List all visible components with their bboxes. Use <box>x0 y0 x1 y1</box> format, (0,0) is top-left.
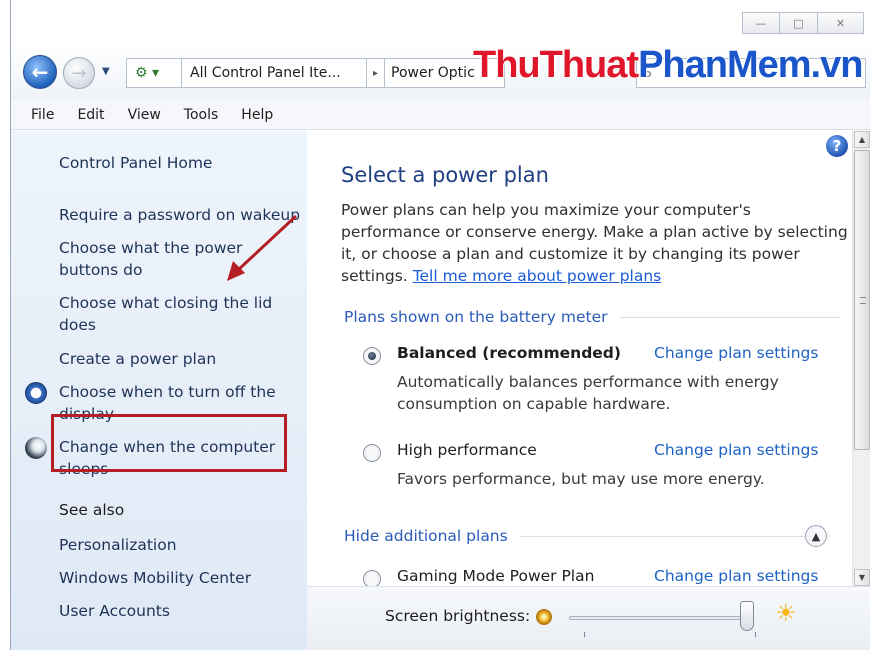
caption-buttons: — □ ✕ <box>742 12 864 34</box>
balanced-plan-desc: Automatically balances performance with … <box>397 373 779 413</box>
see-also-heading: See also <box>59 501 125 519</box>
minimize-button[interactable]: — <box>742 12 780 34</box>
menu-edit[interactable]: Edit <box>77 107 104 123</box>
power-options-window: — □ ✕ ← → ▼ ⚙ ▾ All Control Panel Ite...… <box>10 0 870 650</box>
slider-tick <box>755 632 756 637</box>
high-performance-radio[interactable] <box>363 444 381 462</box>
chevron-down-icon: ▼ <box>102 66 110 77</box>
back-arrow-icon: ← <box>31 60 49 84</box>
forward-button[interactable]: → <box>63 57 95 89</box>
scroll-up-button[interactable]: ▲ <box>854 131 870 148</box>
menu-help[interactable]: Help <box>241 107 273 123</box>
section-divider <box>619 316 840 318</box>
back-button[interactable]: ← <box>23 55 57 89</box>
moon-icon <box>25 437 47 459</box>
brightness-slider-track[interactable] <box>569 616 747 620</box>
sidebar-require-password[interactable]: Require a password on wakeup <box>59 204 304 226</box>
watermark-part-1: ThuThuat <box>473 44 639 86</box>
see-also-personalization[interactable]: Personalization <box>59 534 177 556</box>
menu-tools[interactable]: Tools <box>184 107 219 123</box>
section-divider <box>519 535 810 537</box>
gaming-mode-change-settings-link[interactable]: Change plan settings <box>654 567 818 585</box>
watermark-part-2: PhanMem.vn <box>638 44 863 86</box>
see-also-mobility-center[interactable]: Windows Mobility Center <box>59 567 251 589</box>
breadcrumb-separator[interactable]: ▸ <box>367 58 385 88</box>
slider-tick <box>584 632 585 637</box>
close-button[interactable]: ✕ <box>818 12 864 34</box>
scroll-down-button[interactable]: ▼ <box>854 569 870 586</box>
maximize-button[interactable]: □ <box>780 12 818 34</box>
scroll-grip <box>860 297 866 304</box>
scroll-thumb[interactable] <box>854 150 870 450</box>
menu-bar: File Edit View Tools Help <box>11 100 870 130</box>
menu-file[interactable]: File <box>31 107 54 123</box>
balanced-radio[interactable] <box>363 347 381 365</box>
balanced-change-settings-link[interactable]: Change plan settings <box>654 344 818 362</box>
vertical-scrollbar[interactable]: ▲ ▼ <box>852 131 870 586</box>
brightness-slider-thumb[interactable] <box>740 601 754 631</box>
main-content: ? Select a power plan Power plans can he… <box>307 131 852 588</box>
sidebar-control-panel-home[interactable]: Control Panel Home <box>59 152 212 174</box>
sidebar: Control Panel Home Require a password on… <box>11 131 307 650</box>
sidebar-power-buttons[interactable]: Choose what the power buttons do <box>59 237 269 281</box>
clock-icon <box>25 382 47 404</box>
menu-view[interactable]: View <box>128 107 161 123</box>
hide-additional-plans-heading[interactable]: Hide additional plans <box>344 527 508 545</box>
sidebar-closing-lid[interactable]: Choose what closing the lid does <box>59 292 281 336</box>
breadcrumb-all-control-panel[interactable]: All Control Panel Ite... <box>182 58 367 88</box>
high-performance-plan-desc: Favors performance, but may use more ene… <box>397 470 765 488</box>
sidebar-create-power-plan[interactable]: Create a power plan <box>59 348 216 370</box>
additional-plans-section[interactable]: Hide additional plans <box>344 527 810 545</box>
control-panel-icon-crumb[interactable]: ⚙ ▾ <box>126 58 182 88</box>
battery-plans-heading: Plans shown on the battery meter <box>344 308 608 326</box>
brightness-bar: Screen brightness: ☀ <box>307 586 870 650</box>
intro-text: Power plans can help you maximize your c… <box>341 199 851 287</box>
help-icon[interactable]: ? <box>826 135 848 157</box>
collapse-icon[interactable]: ▲ <box>805 525 827 547</box>
bright-sun-icon: ☀ <box>775 599 797 627</box>
gaming-mode-plan-name[interactable]: Gaming Mode Power Plan <box>397 567 594 585</box>
control-panel-icon: ⚙ ▾ <box>135 65 160 81</box>
screen-brightness-label: Screen brightness: <box>385 607 531 625</box>
watermark-logo: ThuThuatPhanMem.vn <box>473 44 863 87</box>
dim-sun-icon <box>536 609 552 625</box>
see-also-user-accounts[interactable]: User Accounts <box>59 600 170 622</box>
page-title: Select a power plan <box>341 163 549 187</box>
battery-plans-section: Plans shown on the battery meter <box>344 308 840 326</box>
high-performance-plan-name[interactable]: High performance <box>397 441 537 459</box>
recent-pages-dropdown[interactable]: ▼ <box>102 66 110 77</box>
high-performance-change-settings-link[interactable]: Change plan settings <box>654 441 818 459</box>
balanced-plan-name[interactable]: Balanced (recommended) <box>397 344 621 362</box>
highlight-box <box>51 414 287 472</box>
tell-me-more-link[interactable]: Tell me more about power plans <box>413 267 662 285</box>
forward-arrow-icon: → <box>71 62 87 84</box>
